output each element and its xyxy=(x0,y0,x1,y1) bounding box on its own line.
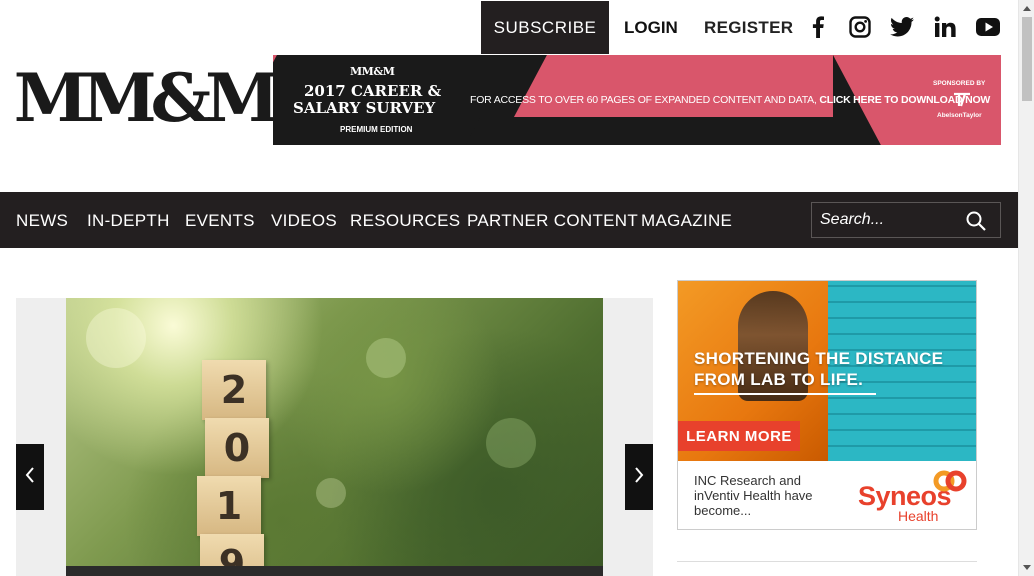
bokeh-light xyxy=(366,338,406,378)
featured-carousel: 2 0 1 9 xyxy=(16,298,653,576)
banner-sponsored-by: SPONSORED BY xyxy=(933,80,986,87)
bokeh-light xyxy=(316,478,346,508)
banner-ad[interactable]: MM&M 2017 CAREER & SALARY SURVEY PREMIUM… xyxy=(273,55,1001,145)
ad-divider xyxy=(694,393,876,395)
scroll-down-icon[interactable] xyxy=(1019,560,1034,576)
chevron-right-icon xyxy=(634,466,644,488)
linkedin-icon[interactable] xyxy=(932,14,958,40)
learn-more-button[interactable]: LEARN MORE xyxy=(678,421,800,451)
subscribe-button[interactable]: SUBSCRIBE xyxy=(481,1,609,54)
nav-item-news[interactable]: NEWS xyxy=(16,211,68,231)
carousel-prev-button[interactable] xyxy=(16,444,44,510)
nav-item-resources[interactable]: RESOURCES xyxy=(350,211,460,231)
search-input[interactable] xyxy=(820,207,960,233)
banner-cta-text: FOR ACCESS TO OVER 60 PAGES OF EXPANDED … xyxy=(470,94,820,106)
ad-headline-1: SHORTENING THE DISTANCE xyxy=(694,349,944,368)
login-link[interactable]: LOGIN xyxy=(624,18,678,38)
number-block: 1 xyxy=(197,476,261,536)
scroll-thumb[interactable] xyxy=(1022,17,1032,101)
number-block: 0 xyxy=(205,418,269,478)
bokeh-light xyxy=(486,418,536,468)
banner-edition: PREMIUM EDITION xyxy=(340,125,413,134)
syneos-logo-icon xyxy=(933,469,967,493)
top-bar: SUBSCRIBE LOGIN REGISTER xyxy=(0,0,1018,55)
nav-item-in-depth[interactable]: IN-DEPTH xyxy=(87,211,170,231)
ad-body-text: INC Research and inVentiv Health have be… xyxy=(694,473,813,518)
main-nav: NEWS IN-DEPTH EVENTS VIDEOS RESOURCES PA… xyxy=(0,192,1018,248)
nav-item-events[interactable]: EVENTS xyxy=(185,211,255,231)
featured-image[interactable]: 2 0 1 9 xyxy=(66,298,603,576)
sidebar-divider xyxy=(677,561,977,562)
nav-item-videos[interactable]: VIDEOS xyxy=(271,211,337,231)
banner-sponsor-name: AbelsonTaylor xyxy=(937,112,982,119)
scroll-up-icon[interactable] xyxy=(1019,0,1034,16)
page-scrollbar[interactable] xyxy=(1018,0,1034,576)
banner-title-line2: SALARY SURVEY xyxy=(293,99,436,117)
banner-cta: FOR ACCESS TO OVER 60 PAGES OF EXPANDED … xyxy=(470,94,990,106)
side-ad[interactable]: SHORTENING THE DISTANCE FROM LAB TO LIFE… xyxy=(677,280,977,530)
youtube-icon[interactable] xyxy=(975,14,1001,40)
carousel-next-button[interactable] xyxy=(625,444,653,510)
chevron-left-icon xyxy=(25,466,35,488)
number-block: 2 xyxy=(202,360,266,420)
table-surface xyxy=(66,566,603,576)
sponsor-logo-icon xyxy=(953,91,971,112)
banner-title-line1: 2017 CAREER & xyxy=(304,82,442,100)
bokeh-light xyxy=(86,308,146,368)
register-link[interactable]: REGISTER xyxy=(704,18,793,38)
facebook-icon[interactable] xyxy=(805,14,831,40)
search-box xyxy=(811,202,1001,238)
ad-headline-2: FROM LAB TO LIFE. xyxy=(694,370,864,389)
ad-bottom-panel: INC Research and inVentiv Health have be… xyxy=(678,461,976,529)
instagram-icon[interactable] xyxy=(847,14,873,40)
site-logo[interactable]: MM&M xyxy=(14,62,280,134)
ad-brand-sub: Health xyxy=(898,508,939,524)
banner-brand: MM&M xyxy=(350,65,395,78)
search-icon[interactable] xyxy=(966,211,986,231)
nav-item-magazine[interactable]: MAGAZINE xyxy=(641,211,732,231)
nav-item-partner-content[interactable]: PARTNER CONTENT xyxy=(467,211,638,231)
twitter-icon[interactable] xyxy=(889,14,915,40)
